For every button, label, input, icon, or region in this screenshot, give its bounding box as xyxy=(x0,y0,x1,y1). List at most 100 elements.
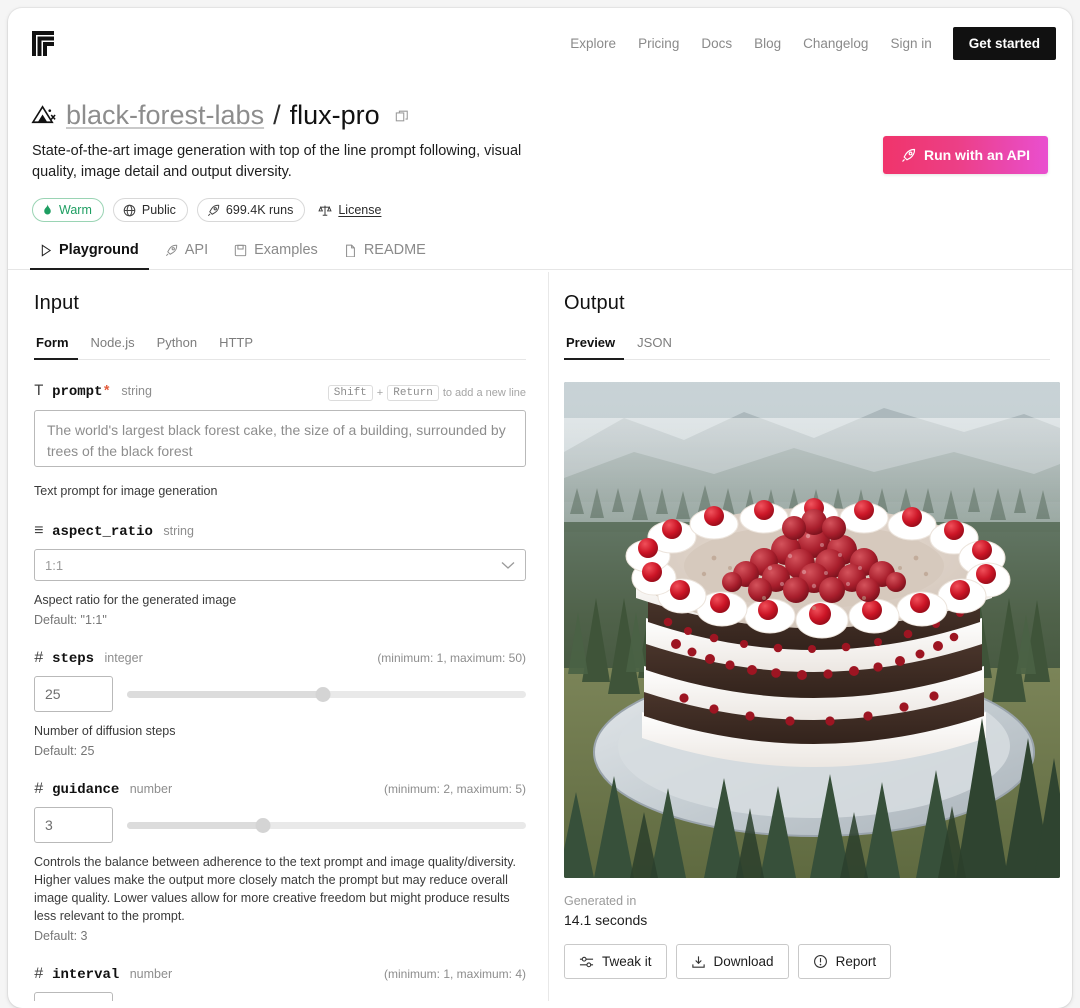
model-title-row: black-forest-labs / flux-pro xyxy=(30,100,1072,131)
field-label: guidance xyxy=(52,782,120,798)
input-tab-form[interactable]: Form xyxy=(34,331,78,360)
input-tab-nodejs[interactable]: Node.js xyxy=(82,331,144,360)
input-panel: Input Form Node.js Python HTTP T prompt*… xyxy=(8,272,549,1001)
field-aspect-ratio: ≡ aspect_ratio string 1:1 Aspect ratio f… xyxy=(34,522,526,627)
runs-count-badge[interactable]: 699.4K runs xyxy=(196,198,306,222)
run-with-api-button[interactable]: Run with an API xyxy=(882,136,1048,174)
field-label: prompt xyxy=(52,384,103,400)
number-type-icon: # xyxy=(34,780,44,798)
hint-text: to add a new line xyxy=(442,387,526,399)
tab-label: README xyxy=(363,242,426,258)
field-default: Default: 3 xyxy=(34,929,88,943)
field-steps: # steps integer (minimum: 1, maximum: 50… xyxy=(34,649,526,758)
guidance-input[interactable] xyxy=(34,807,113,843)
nav-link-sign-in[interactable]: Sign in xyxy=(879,30,942,57)
field-label: aspect_ratio xyxy=(52,524,153,540)
get-started-button[interactable]: Get started xyxy=(952,26,1056,60)
tab-label: Examples xyxy=(254,242,318,258)
field-guidance: # guidance number (minimum: 2, maximum: … xyxy=(34,780,526,943)
nav-link-pricing[interactable]: Pricing xyxy=(627,30,690,57)
text-type-icon: T xyxy=(34,382,44,400)
badge-label: Public xyxy=(141,203,176,217)
tab-examples[interactable]: Examples xyxy=(224,236,328,270)
generated-in-label: Generated in xyxy=(564,894,637,908)
output-actions: Tweak it Download Report xyxy=(564,944,1050,979)
output-tab-preview[interactable]: Preview xyxy=(564,331,625,360)
steps-slider[interactable] xyxy=(127,686,526,702)
output-tab-json[interactable]: JSON xyxy=(628,331,681,360)
license-label: License xyxy=(338,203,382,217)
field-type: number xyxy=(129,967,173,981)
nav-link-blog[interactable]: Blog xyxy=(743,30,792,57)
badge-label: Warm xyxy=(59,203,92,217)
slider-thumb[interactable] xyxy=(315,686,330,702)
field-default: Default: 25 xyxy=(34,744,95,758)
field-type: number xyxy=(129,782,173,796)
number-type-icon: # xyxy=(34,649,44,667)
input-tab-http[interactable]: HTTP xyxy=(210,331,262,360)
input-tab-python[interactable]: Python xyxy=(148,331,206,360)
output-format-tabs: Preview JSON xyxy=(564,331,1050,360)
field-default: Default: "1:1" xyxy=(34,613,107,627)
tweak-it-button[interactable]: Tweak it xyxy=(564,944,667,979)
guidance-slider[interactable] xyxy=(127,817,526,833)
status-badge-warm[interactable]: Warm xyxy=(32,198,104,222)
button-label: Download xyxy=(713,954,774,969)
field-prompt: T prompt* string Shift + Return to add a… xyxy=(34,382,526,500)
model-description: State-of-the-art image generation with t… xyxy=(32,143,522,180)
page-card: Explore Pricing Docs Blog Changelog Sign… xyxy=(8,8,1072,1008)
prompt-input[interactable] xyxy=(34,410,526,467)
nav-links: Explore Pricing Docs Blog Changelog Sign… xyxy=(559,26,1056,60)
scales-icon xyxy=(318,204,332,217)
steps-control-row xyxy=(34,676,526,712)
replicate-logo-icon[interactable] xyxy=(26,26,60,60)
shift-return-hint: Shift + Return to add a new line xyxy=(327,385,526,401)
field-type: integer xyxy=(104,651,143,665)
field-helper: Aspect ratio for the generated image xyxy=(34,593,237,607)
tab-api[interactable]: API xyxy=(155,236,218,270)
chevron-down-icon xyxy=(501,561,515,570)
steps-input[interactable] xyxy=(34,676,113,712)
report-button[interactable]: Report xyxy=(797,944,892,979)
tab-playground[interactable]: Playground xyxy=(30,236,149,270)
nav-link-docs[interactable]: Docs xyxy=(690,30,743,57)
tab-label: API xyxy=(184,242,209,258)
field-label: steps xyxy=(52,651,95,667)
download-button[interactable]: Download xyxy=(675,944,789,979)
field-helper: Controls the balance between adherence t… xyxy=(34,855,516,923)
nav-link-explore[interactable]: Explore xyxy=(559,30,627,57)
field-steps-header: # steps integer (minimum: 1, maximum: 50… xyxy=(34,649,526,667)
field-type: string xyxy=(121,384,152,398)
kbd-return: Return xyxy=(387,385,439,401)
input-section-title: Input xyxy=(34,292,79,314)
nav-link-changelog[interactable]: Changelog xyxy=(792,30,879,57)
tab-readme[interactable]: README xyxy=(334,236,436,270)
slider-fill xyxy=(127,690,323,698)
generated-cake-image xyxy=(564,382,1060,878)
save-icon xyxy=(234,244,247,257)
aspect-ratio-select[interactable]: 1:1 xyxy=(34,549,526,581)
slider-thumb[interactable] xyxy=(255,817,271,833)
slider-fill xyxy=(127,821,263,829)
button-label: Tweak it xyxy=(602,954,652,969)
rocket-icon xyxy=(901,148,916,163)
flame-icon xyxy=(42,204,53,216)
visibility-badge-public[interactable]: Public xyxy=(112,198,188,222)
tab-label: Playground xyxy=(59,242,139,258)
field-helper: Text prompt for image generation xyxy=(34,484,218,498)
rocket-icon xyxy=(207,204,220,217)
license-link[interactable]: License xyxy=(318,203,381,217)
field-prompt-header: T prompt* string Shift + Return to add a… xyxy=(34,382,526,401)
rocket-icon xyxy=(165,244,178,257)
interval-input[interactable] xyxy=(34,992,113,1001)
output-image[interactable] xyxy=(564,382,1060,878)
model-owner-link[interactable]: black-forest-labs xyxy=(66,100,264,131)
field-type: string xyxy=(163,524,194,538)
field-label: interval xyxy=(52,967,120,983)
field-interval: # interval number (minimum: 1, maximum: … xyxy=(34,965,526,1001)
top-navigation: Explore Pricing Docs Blog Changelog Sign… xyxy=(8,8,1072,78)
copy-icon[interactable] xyxy=(395,109,409,123)
field-range: (minimum: 1, maximum: 4) xyxy=(383,967,526,981)
title-separator: / xyxy=(273,100,281,130)
aspect-ratio-value: 1:1 xyxy=(45,557,64,573)
